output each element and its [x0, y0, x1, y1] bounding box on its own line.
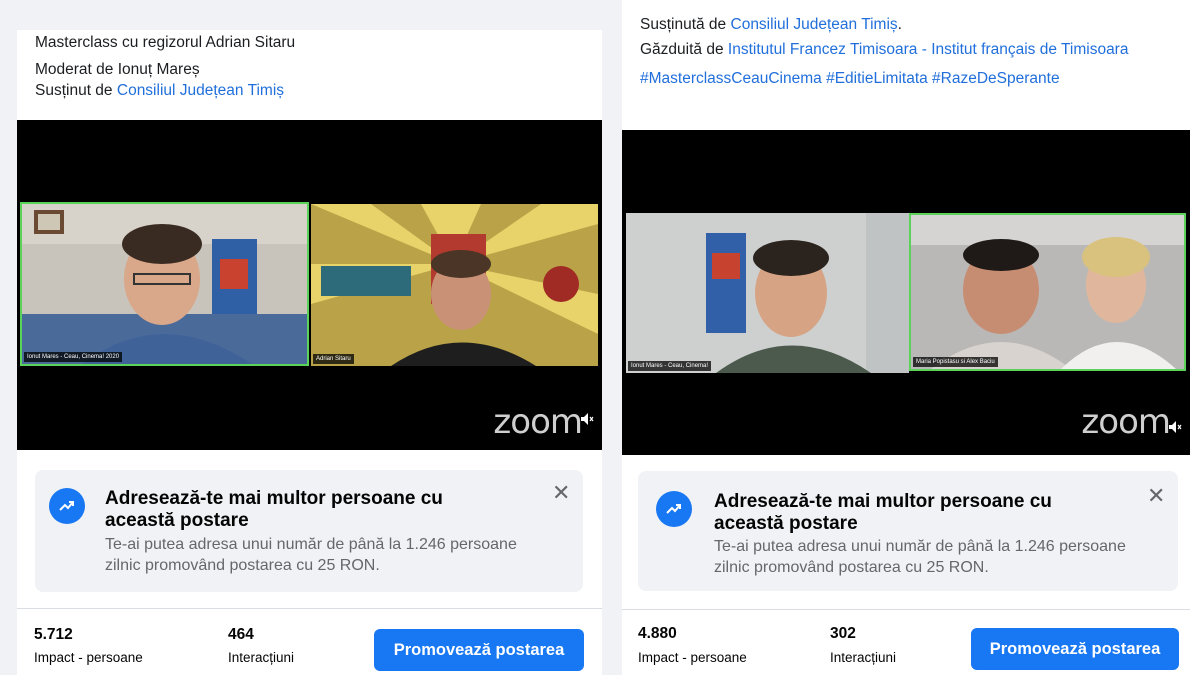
divider — [622, 609, 1190, 610]
participant-name: Maria Popistasu si Alex Baciu — [913, 357, 998, 367]
stat-interactions-label: Interacțiuni — [830, 650, 897, 665]
stat-impact-value: 5.712 — [34, 626, 73, 643]
participant-name: Adrian Sitaru — [313, 354, 354, 364]
post-caption: Susținută de Consiliul Județean Timiș. G… — [622, 0, 1190, 89]
moderator-name: Ionuț Mareș — [117, 61, 200, 78]
stat-interactions-value: 302 — [830, 625, 856, 642]
supporter-link[interactable]: Consiliul Județean Timiș — [731, 16, 898, 33]
hashtags[interactable]: #MasterclassCeauCinema #EditieLimitata #… — [640, 68, 1190, 89]
boost-post-card: Adresează-te mai multor persoane cu acea… — [35, 470, 583, 592]
caption-title: Masterclass cu regizorul Adrian Sitaru — [35, 34, 296, 51]
video-player[interactable]: Ionut Mares - Ceau, Cinema! Maria Popist… — [622, 130, 1190, 455]
boost-subtitle: Te-ai putea adresa unui număr de până la… — [105, 536, 517, 574]
participant-video-thumbnail — [626, 213, 909, 373]
moderated-prefix: Moderat de — [35, 61, 114, 78]
participant-tile: Ionut Mares - Ceau, Cinema! — [626, 213, 909, 373]
promote-post-button[interactable]: Promovează postarea — [971, 628, 1179, 670]
participant-tile-active: Maria Popistasu si Alex Baciu — [909, 213, 1186, 371]
boost-subtitle: Te-ai putea adresa unui număr de până la… — [714, 538, 1126, 576]
stat-impact-value: 4.880 — [638, 625, 677, 642]
stat-interactions-value: 464 — [228, 626, 254, 643]
zoom-logo: zoom — [493, 402, 583, 442]
speaker-muted-icon[interactable] — [1168, 420, 1182, 434]
boost-title: Adresează-te mai multor persoane cu acea… — [714, 491, 1052, 534]
promote-post-button[interactable]: Promovează postarea — [374, 629, 584, 671]
supporter-link[interactable]: Consiliul Județean Timiș — [117, 82, 284, 99]
supporter-suffix: . — [897, 16, 902, 33]
close-icon[interactable]: ✕ — [552, 480, 570, 506]
participant-video-thumbnail — [311, 204, 598, 366]
post-card-left: Masterclass cu regizorul Adrian Sitaru M… — [17, 30, 602, 675]
participant-video-thumbnail — [911, 215, 1184, 369]
trending-up-icon — [49, 488, 85, 524]
stat-interactions-label: Interacțiuni — [228, 650, 295, 665]
zoom-logo: zoom — [1081, 402, 1171, 442]
post-card-right: Susținută de Consiliul Județean Timiș. G… — [622, 0, 1190, 675]
host-link[interactable]: Institutul Francez Timisoara - Institut … — [728, 41, 1129, 58]
stat-impact-label: Impact - persoane — [638, 650, 747, 665]
supported-prefix: Susținut de — [35, 82, 113, 99]
speaker-muted-icon[interactable] — [580, 412, 594, 426]
close-icon[interactable]: ✕ — [1147, 483, 1165, 509]
participant-tile: Adrian Sitaru — [311, 204, 598, 366]
participant-video-thumbnail — [22, 204, 307, 364]
stat-impact-label: Impact - persoane — [34, 650, 143, 665]
boost-title: Adresează-te mai multor persoane cu acea… — [105, 488, 443, 531]
trending-up-icon — [656, 491, 692, 527]
post-caption: Masterclass cu regizorul Adrian Sitaru M… — [17, 30, 602, 101]
divider — [17, 608, 602, 609]
participant-tile-active: Ionut Mares - Ceau, Cinema! 2020 — [20, 202, 309, 366]
participant-name: Ionut Mares - Ceau, Cinema! — [628, 361, 712, 371]
boost-post-card: Adresează-te mai multor persoane cu acea… — [638, 471, 1178, 591]
hosted-prefix: Găzduită de — [640, 41, 724, 58]
supported-prefix: Susținută de — [640, 16, 727, 33]
participant-name: Ionut Mares - Ceau, Cinema! 2020 — [24, 352, 123, 362]
video-player[interactable]: Ionut Mares - Ceau, Cinema! 2020 Adrian … — [17, 120, 602, 450]
